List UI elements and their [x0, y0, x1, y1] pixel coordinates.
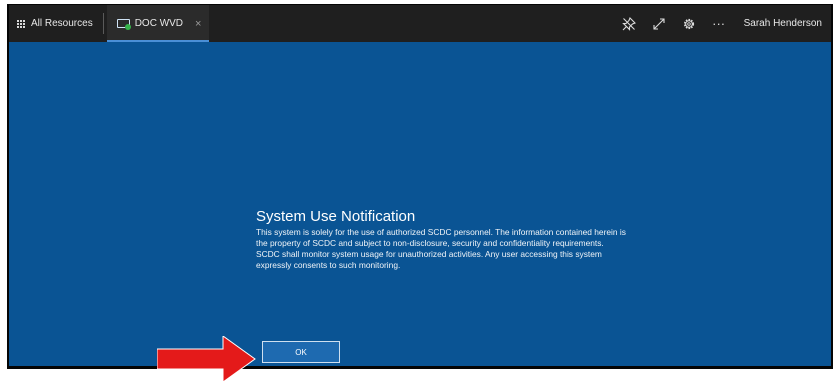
- system-use-notification: System Use Notification This system is s…: [256, 209, 626, 271]
- remote-desktop-area: System Use Notification This system is s…: [9, 42, 831, 382]
- expand-icon[interactable]: [647, 5, 671, 42]
- user-account[interactable]: Sarah Henderson: [734, 5, 831, 42]
- notification-body: This system is solely for the use of aut…: [256, 227, 626, 270]
- titlebar-spacer: [209, 5, 613, 42]
- more-icon[interactable]: ···: [707, 5, 731, 42]
- notification-title: System Use Notification: [256, 208, 416, 225]
- tab-divider: [102, 13, 104, 34]
- all-resources-label: All Resources: [31, 18, 93, 29]
- remote-desktop-window: All Resources DOC WVD × ··· Sarah Hender…: [7, 4, 833, 382]
- all-resources-tab[interactable]: All Resources: [9, 5, 103, 42]
- tab-doc-wvd[interactable]: DOC WVD ×: [106, 5, 210, 42]
- ok-button[interactable]: OK: [262, 341, 340, 363]
- gear-icon[interactable]: [677, 5, 701, 42]
- tab-doc-wvd-label: DOC WVD: [134, 18, 184, 29]
- pin-icon[interactable]: [617, 5, 641, 42]
- red-arrow-annotation: [157, 336, 256, 382]
- monitor-icon: [116, 18, 131, 30]
- close-tab-icon[interactable]: ×: [195, 18, 201, 30]
- grid-icon: [17, 19, 25, 28]
- title-bar: All Resources DOC WVD × ··· Sarah Hender…: [9, 5, 831, 42]
